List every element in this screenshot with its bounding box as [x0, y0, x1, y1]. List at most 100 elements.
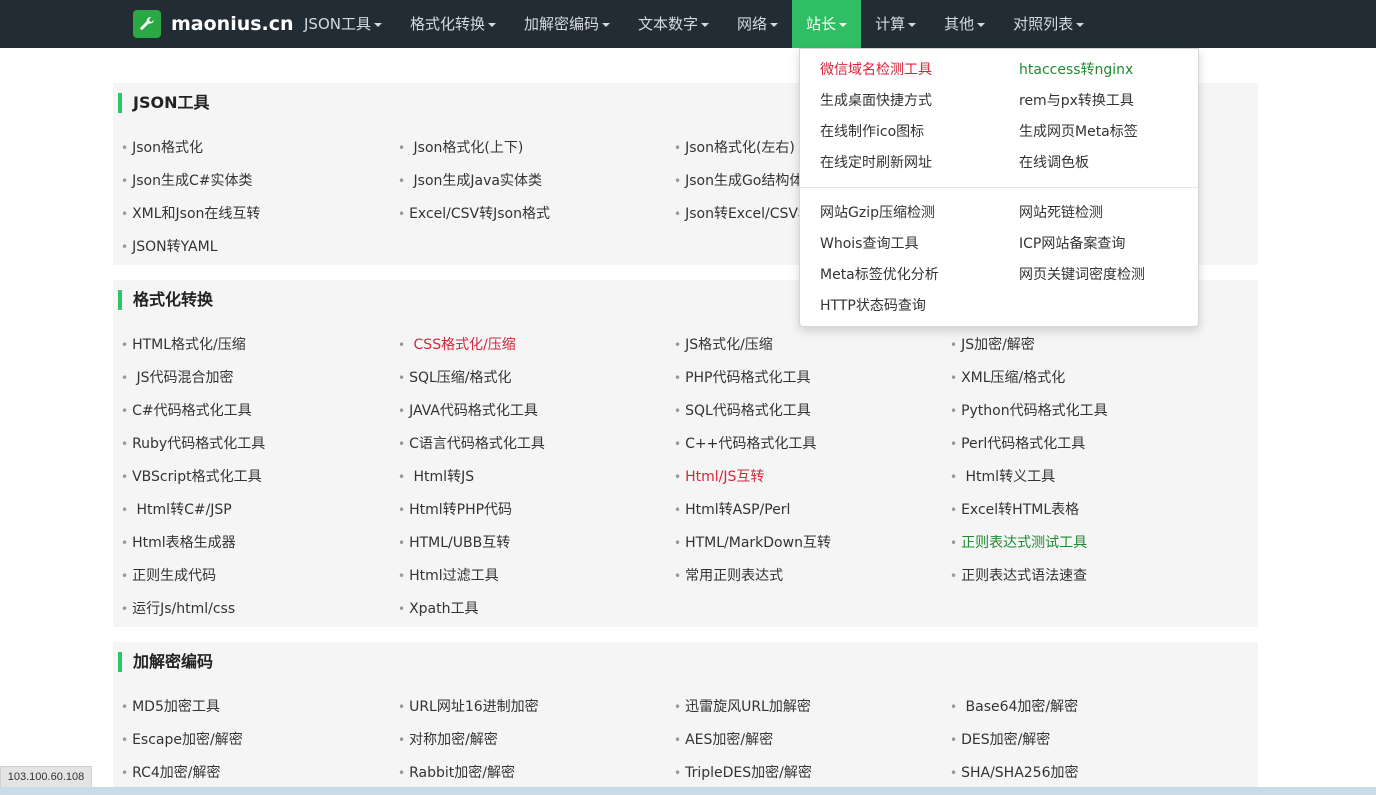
tool-link[interactable]: • VBScript格式化工具: [121, 466, 262, 486]
tool-label: JS代码混合加密: [132, 370, 234, 386]
nav-item-0[interactable]: JSON工具: [290, 0, 396, 48]
tool-label: Json生成C#实体类: [132, 173, 253, 189]
tool-link[interactable]: • Xpath工具: [398, 598, 479, 618]
nav-item-3[interactable]: 文本数字: [624, 0, 723, 48]
tool-label: SHA/SHA256加密: [961, 765, 1079, 781]
tool-link[interactable]: • RC4加密/解密: [121, 762, 221, 782]
tool-link[interactable]: • XML压缩/格式化: [950, 367, 1065, 387]
status-ip: 103.100.60.108: [0, 766, 92, 788]
taskbar-strip: [0, 787, 1376, 795]
dropdown-link[interactable]: HTTP状态码查询: [820, 295, 926, 315]
tool-label: Html转ASP/Perl: [685, 502, 791, 518]
tool-link[interactable]: • 运行Js/html/css: [121, 598, 235, 618]
bullet-icon: •: [121, 766, 129, 780]
dropdown-link[interactable]: 网站Gzip压缩检测: [820, 202, 935, 222]
tool-link[interactable]: • 正则表达式语法速查: [950, 565, 1087, 585]
bullet-icon: •: [674, 404, 682, 418]
tool-label: Base64加密/解密: [961, 699, 1079, 715]
tool-link[interactable]: • Excel转HTML表格: [950, 499, 1079, 519]
tool-link[interactable]: • Json生成Java实体类: [398, 170, 542, 190]
tool-link[interactable]: • Rabbit加密/解密: [398, 762, 515, 782]
dropdown-link[interactable]: ICP网站备案查询: [1019, 233, 1125, 253]
tool-link[interactable]: • SQL代码格式化工具: [674, 400, 811, 420]
tool-link[interactable]: • 对称加密/解密: [398, 729, 498, 749]
tool-link[interactable]: • HTML格式化/压缩: [121, 334, 246, 354]
tool-link[interactable]: • Json生成C#实体类: [121, 170, 252, 190]
tool-link[interactable]: • Html转PHP代码: [398, 499, 512, 519]
nav-item-1[interactable]: 格式化转换: [396, 0, 510, 48]
tool-link[interactable]: • HTML/MarkDown互转: [674, 532, 831, 552]
top-navbar: maonius.cn JSON工具 格式化转换 加解密编码 文本数字 网络 站长 计算 其他 对…: [0, 0, 1376, 48]
tool-link[interactable]: • URL网址16进制加密: [398, 696, 539, 716]
dropdown-link[interactable]: 在线调色板: [1019, 152, 1089, 172]
nav-item-5[interactable]: 站长: [792, 0, 862, 48]
tool-link[interactable]: • Html过滤工具: [398, 565, 499, 585]
tool-link[interactable]: • Ruby代码格式化工具: [121, 433, 265, 453]
dropdown-link[interactable]: 网页关键词密度检测: [1019, 264, 1145, 284]
tool-link[interactable]: • C++代码格式化工具: [674, 433, 816, 453]
dropdown-link[interactable]: rem与px转换工具: [1019, 90, 1134, 110]
tool-link[interactable]: • 正则生成代码: [121, 565, 216, 585]
tool-link[interactable]: • Html转ASP/Perl: [674, 499, 790, 519]
tool-link[interactable]: • 正则表达式测试工具: [950, 532, 1087, 552]
nav-item-7[interactable]: 其他: [930, 0, 999, 48]
tool-link[interactable]: • Html表格生成器: [121, 532, 236, 552]
brand[interactable]: maonius.cn: [133, 10, 294, 38]
tool-link[interactable]: • JAVA代码格式化工具: [398, 400, 538, 420]
bullet-icon: •: [121, 338, 129, 352]
tool-link[interactable]: • Json格式化: [121, 137, 203, 157]
section-crypto: 加解密编码 • MD5加密工具 • URL网址16进制加密 • 迅雷旋风URL加解密 • B…: [113, 642, 1258, 795]
tool-link[interactable]: • Base64加密/解密: [950, 696, 1078, 716]
dropdown-link[interactable]: 生成桌面快捷方式: [820, 90, 932, 110]
tool-link[interactable]: • TripleDES加密/解密: [674, 762, 812, 782]
dropdown-link[interactable]: 微信域名检测工具: [820, 59, 932, 79]
tool-link[interactable]: • AES加密/解密: [674, 729, 773, 749]
bullet-icon: •: [950, 338, 958, 352]
tool-link[interactable]: • MD5加密工具: [121, 696, 220, 716]
dropdown-link[interactable]: 在线定时刷新网址: [820, 152, 932, 172]
tool-link[interactable]: • Json格式化(上下): [398, 137, 523, 157]
tool-link[interactable]: • XML和Json在线互转: [121, 203, 260, 223]
tool-link[interactable]: • 常用正则表达式: [674, 565, 783, 585]
dropdown-link[interactable]: 生成网页Meta标签: [1019, 121, 1138, 141]
tool-link[interactable]: • HTML/UBB互转: [398, 532, 510, 552]
tool-link[interactable]: • Html转C#/JSP: [121, 499, 232, 519]
tool-link[interactable]: • C语言代码格式化工具: [398, 433, 545, 453]
nav-item-8[interactable]: 对照列表: [999, 0, 1098, 48]
bullet-icon: •: [674, 766, 682, 780]
nav-item-6[interactable]: 计算: [861, 0, 930, 48]
tool-link[interactable]: • Html/JS互转: [674, 466, 764, 486]
dropdown-link[interactable]: htaccess转nginx: [1019, 59, 1133, 79]
nav-item-2[interactable]: 加解密编码: [510, 0, 624, 48]
tool-link[interactable]: • JS加密/解密: [950, 334, 1035, 354]
tool-link[interactable]: • Python代码格式化工具: [950, 400, 1108, 420]
tool-link[interactable]: • PHP代码格式化工具: [674, 367, 811, 387]
tool-link[interactable]: • Html转JS: [398, 466, 474, 486]
tool-link[interactable]: • Html转义工具: [950, 466, 1055, 486]
tool-label: C#代码格式化工具: [132, 403, 252, 419]
dropdown-link[interactable]: Meta标签优化分析: [820, 264, 939, 284]
tool-link[interactable]: • DES加密/解密: [950, 729, 1050, 749]
bullet-icon: •: [121, 503, 129, 517]
dropdown-link[interactable]: Whois查询工具: [820, 233, 918, 253]
caret-down-icon: [373, 23, 382, 27]
tool-link[interactable]: • C#代码格式化工具: [121, 400, 252, 420]
tool-link[interactable]: • Perl代码格式化工具: [950, 433, 1085, 453]
bullet-icon: •: [398, 470, 406, 484]
tool-link[interactable]: • Json生成Go结构体: [674, 170, 803, 190]
dropdown-link[interactable]: 网站死链检测: [1019, 202, 1103, 222]
tool-link[interactable]: • Json格式化(左右): [674, 137, 795, 157]
nav-item-4[interactable]: 网络: [723, 0, 792, 48]
tool-link[interactable]: • Escape加密/解密: [121, 729, 243, 749]
tool-link[interactable]: • SQL压缩/格式化: [398, 367, 512, 387]
dropdown-link[interactable]: 在线制作ico图标: [820, 121, 924, 141]
bullet-icon: •: [950, 766, 958, 780]
tool-label: 正则生成代码: [132, 568, 217, 584]
tool-link[interactable]: • JS格式化/压缩: [674, 334, 773, 354]
tool-link[interactable]: • SHA/SHA256加密: [950, 762, 1079, 782]
tool-link[interactable]: • CSS格式化/压缩: [398, 334, 516, 354]
tool-link[interactable]: • 迅雷旋风URL加解密: [674, 696, 811, 716]
tool-link[interactable]: • Excel/CSV转Json格式: [398, 203, 550, 223]
tool-link[interactable]: • JSON转YAML: [121, 236, 218, 256]
tool-link[interactable]: • JS代码混合加密: [121, 367, 234, 387]
